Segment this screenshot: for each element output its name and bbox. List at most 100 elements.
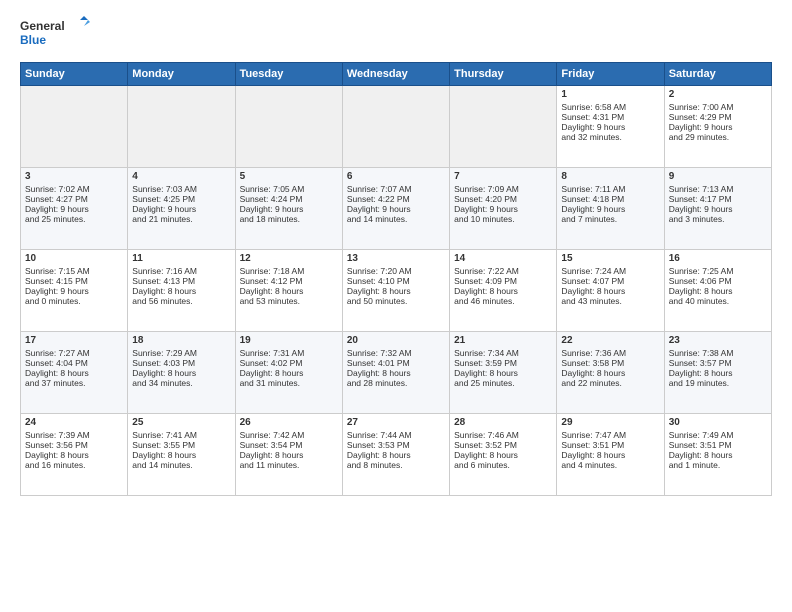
cell-text: Sunset: 4:27 PM — [25, 194, 123, 204]
cell-text: Sunset: 3:51 PM — [669, 440, 767, 450]
day-number: 13 — [347, 253, 445, 264]
calendar-cell: 9Sunrise: 7:13 AMSunset: 4:17 PMDaylight… — [664, 168, 771, 250]
calendar-cell: 5Sunrise: 7:05 AMSunset: 4:24 PMDaylight… — [235, 168, 342, 250]
cell-text: Sunrise: 7:34 AM — [454, 348, 552, 358]
cell-text: and 31 minutes. — [240, 378, 338, 388]
cell-text: Daylight: 8 hours — [454, 368, 552, 378]
cell-text: Sunset: 3:55 PM — [132, 440, 230, 450]
day-number: 25 — [132, 417, 230, 428]
cell-text: and 56 minutes. — [132, 296, 230, 306]
cell-text: and 14 minutes. — [132, 460, 230, 470]
day-number: 15 — [561, 253, 659, 264]
calendar-cell: 20Sunrise: 7:32 AMSunset: 4:01 PMDayligh… — [342, 332, 449, 414]
calendar-cell: 3Sunrise: 7:02 AMSunset: 4:27 PMDaylight… — [21, 168, 128, 250]
calendar-cell: 25Sunrise: 7:41 AMSunset: 3:55 PMDayligh… — [128, 414, 235, 496]
cell-text: Daylight: 9 hours — [454, 204, 552, 214]
cell-text: Sunrise: 7:36 AM — [561, 348, 659, 358]
cell-text: and 7 minutes. — [561, 214, 659, 224]
dow-header-friday: Friday — [557, 63, 664, 86]
day-number: 17 — [25, 335, 123, 346]
cell-text: Sunrise: 7:15 AM — [25, 266, 123, 276]
cell-text: Sunrise: 7:16 AM — [132, 266, 230, 276]
cell-text: Daylight: 8 hours — [25, 368, 123, 378]
cell-text: and 25 minutes. — [25, 214, 123, 224]
page: General Blue SundayMondayTuesdayWednesda… — [0, 0, 792, 612]
cell-text: Sunset: 3:57 PM — [669, 358, 767, 368]
cell-text: Daylight: 8 hours — [454, 450, 552, 460]
cell-text: Sunset: 4:03 PM — [132, 358, 230, 368]
cell-text: Sunset: 4:12 PM — [240, 276, 338, 286]
week-row-3: 10Sunrise: 7:15 AMSunset: 4:15 PMDayligh… — [21, 250, 772, 332]
cell-text: Sunrise: 7:29 AM — [132, 348, 230, 358]
cell-text: Sunset: 4:07 PM — [561, 276, 659, 286]
calendar-cell: 17Sunrise: 7:27 AMSunset: 4:04 PMDayligh… — [21, 332, 128, 414]
cell-text: Sunrise: 7:27 AM — [25, 348, 123, 358]
cell-text: and 6 minutes. — [454, 460, 552, 470]
cell-text: Daylight: 9 hours — [25, 204, 123, 214]
cell-text: Sunset: 4:25 PM — [132, 194, 230, 204]
cell-text: and 8 minutes. — [347, 460, 445, 470]
day-of-week-header-row: SundayMondayTuesdayWednesdayThursdayFrid… — [21, 63, 772, 86]
cell-text: and 19 minutes. — [669, 378, 767, 388]
cell-text: Sunset: 3:53 PM — [347, 440, 445, 450]
cell-text: Sunset: 3:58 PM — [561, 358, 659, 368]
cell-text: Sunrise: 7:03 AM — [132, 184, 230, 194]
svg-text:Blue: Blue — [20, 33, 46, 47]
calendar-table: SundayMondayTuesdayWednesdayThursdayFrid… — [20, 62, 772, 496]
cell-text: Sunrise: 7:24 AM — [561, 266, 659, 276]
day-number: 27 — [347, 417, 445, 428]
day-number: 1 — [561, 89, 659, 100]
cell-text: Sunrise: 7:05 AM — [240, 184, 338, 194]
calendar-cell: 11Sunrise: 7:16 AMSunset: 4:13 PMDayligh… — [128, 250, 235, 332]
day-number: 7 — [454, 171, 552, 182]
cell-text: Sunset: 4:24 PM — [240, 194, 338, 204]
cell-text: and 11 minutes. — [240, 460, 338, 470]
calendar-cell: 26Sunrise: 7:42 AMSunset: 3:54 PMDayligh… — [235, 414, 342, 496]
dow-header-tuesday: Tuesday — [235, 63, 342, 86]
cell-text: Sunset: 3:56 PM — [25, 440, 123, 450]
cell-text: Daylight: 8 hours — [454, 286, 552, 296]
calendar-cell: 13Sunrise: 7:20 AMSunset: 4:10 PMDayligh… — [342, 250, 449, 332]
week-row-2: 3Sunrise: 7:02 AMSunset: 4:27 PMDaylight… — [21, 168, 772, 250]
calendar-cell: 4Sunrise: 7:03 AMSunset: 4:25 PMDaylight… — [128, 168, 235, 250]
cell-text: and 40 minutes. — [669, 296, 767, 306]
cell-text: Daylight: 8 hours — [25, 450, 123, 460]
cell-text: Sunrise: 7:32 AM — [347, 348, 445, 358]
day-number: 29 — [561, 417, 659, 428]
cell-text: Sunrise: 7:22 AM — [454, 266, 552, 276]
day-number: 3 — [25, 171, 123, 182]
cell-text: Sunset: 4:29 PM — [669, 112, 767, 122]
cell-text: Sunrise: 7:39 AM — [25, 430, 123, 440]
calendar-cell — [128, 86, 235, 168]
week-row-4: 17Sunrise: 7:27 AMSunset: 4:04 PMDayligh… — [21, 332, 772, 414]
cell-text: and 1 minute. — [669, 460, 767, 470]
cell-text: and 43 minutes. — [561, 296, 659, 306]
cell-text: Daylight: 9 hours — [347, 204, 445, 214]
cell-text: Sunrise: 7:25 AM — [669, 266, 767, 276]
cell-text: and 0 minutes. — [25, 296, 123, 306]
cell-text: Sunset: 4:18 PM — [561, 194, 659, 204]
calendar-cell: 2Sunrise: 7:00 AMSunset: 4:29 PMDaylight… — [664, 86, 771, 168]
cell-text: Sunrise: 7:20 AM — [347, 266, 445, 276]
cell-text: Daylight: 9 hours — [669, 122, 767, 132]
cell-text: Sunrise: 7:49 AM — [669, 430, 767, 440]
calendar-cell: 29Sunrise: 7:47 AMSunset: 3:51 PMDayligh… — [557, 414, 664, 496]
calendar-cell: 30Sunrise: 7:49 AMSunset: 3:51 PMDayligh… — [664, 414, 771, 496]
cell-text: Sunset: 3:54 PM — [240, 440, 338, 450]
cell-text: Sunrise: 7:46 AM — [454, 430, 552, 440]
cell-text: and 4 minutes. — [561, 460, 659, 470]
calendar-cell: 10Sunrise: 7:15 AMSunset: 4:15 PMDayligh… — [21, 250, 128, 332]
cell-text: Daylight: 8 hours — [561, 450, 659, 460]
cell-text: and 50 minutes. — [347, 296, 445, 306]
logo-svg: General Blue — [20, 16, 90, 52]
cell-text: Sunrise: 7:31 AM — [240, 348, 338, 358]
calendar-cell: 28Sunrise: 7:46 AMSunset: 3:52 PMDayligh… — [450, 414, 557, 496]
day-number: 2 — [669, 89, 767, 100]
cell-text: Daylight: 8 hours — [669, 368, 767, 378]
cell-text: and 18 minutes. — [240, 214, 338, 224]
cell-text: Daylight: 8 hours — [669, 450, 767, 460]
cell-text: Daylight: 8 hours — [240, 286, 338, 296]
cell-text: Sunset: 4:22 PM — [347, 194, 445, 204]
calendar-cell: 14Sunrise: 7:22 AMSunset: 4:09 PMDayligh… — [450, 250, 557, 332]
cell-text: and 21 minutes. — [132, 214, 230, 224]
